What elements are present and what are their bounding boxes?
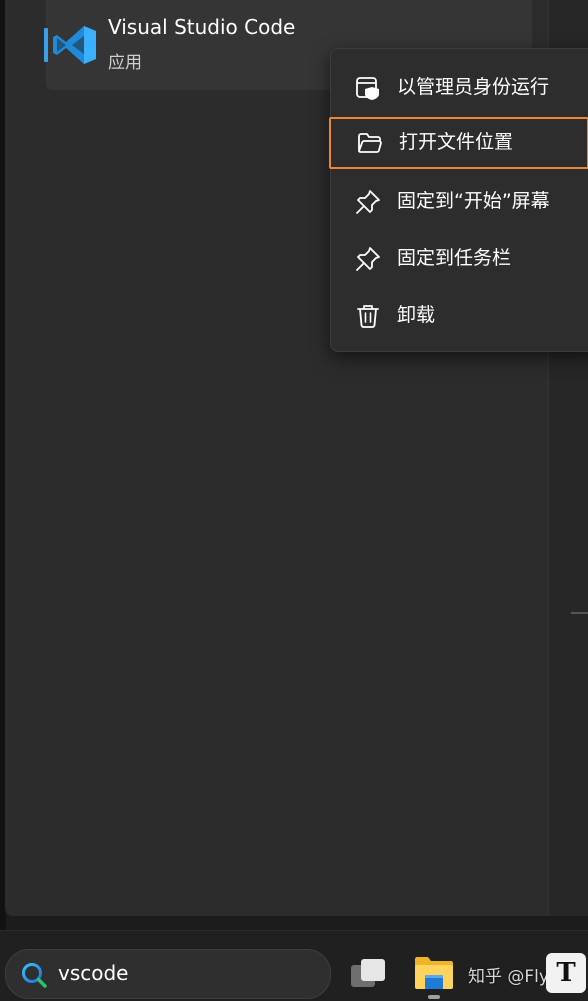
menu-item-pin-to-start[interactable]: 固定到“开始”屏幕 — [331, 175, 588, 227]
panel-divider — [571, 612, 588, 614]
menu-item-run-as-admin[interactable]: 以管理员身份运行 — [331, 61, 588, 113]
menu-item-label: 卸载 — [397, 304, 436, 326]
pin-icon — [356, 190, 380, 214]
search-input[interactable] — [58, 958, 308, 988]
app-type-label: 应用 — [108, 53, 142, 73]
menu-item-label: 以管理员身份运行 — [397, 76, 550, 98]
typora-icon[interactable]: T — [546, 953, 586, 993]
menu-item-label: 固定到任务栏 — [397, 247, 512, 269]
vscode-logo-icon — [44, 26, 96, 64]
menu-item-uninstall[interactable]: 卸载 — [331, 289, 588, 341]
menu-item-open-file-location[interactable]: 打开文件位置 — [329, 117, 588, 169]
folder-open-icon — [358, 133, 382, 153]
menu-item-label: 固定到“开始”屏幕 — [397, 190, 550, 212]
trash-icon — [357, 305, 379, 328]
running-app-indicator — [428, 995, 440, 999]
menu-item-pin-to-taskbar[interactable]: 固定到任务栏 — [331, 232, 588, 284]
search-icon — [22, 963, 47, 988]
shield-window-icon — [356, 77, 379, 100]
task-view-icon[interactable] — [348, 955, 388, 991]
pin-icon — [356, 247, 380, 271]
file-explorer-icon[interactable] — [412, 953, 456, 993]
taskbar-search-box[interactable] — [5, 949, 331, 999]
app-title: Visual Studio Code — [108, 15, 296, 39]
taskbar: 知乎 @Flyrd T — [0, 930, 588, 1001]
screen: Visual Studio Code 应用 以管理员身份运行 打开文件位置 固定… — [0, 0, 588, 1001]
context-menu: 以管理员身份运行 打开文件位置 固定到“开始”屏幕 固定到任务栏 卸载 — [329, 48, 588, 352]
menu-item-label: 打开文件位置 — [399, 131, 514, 153]
